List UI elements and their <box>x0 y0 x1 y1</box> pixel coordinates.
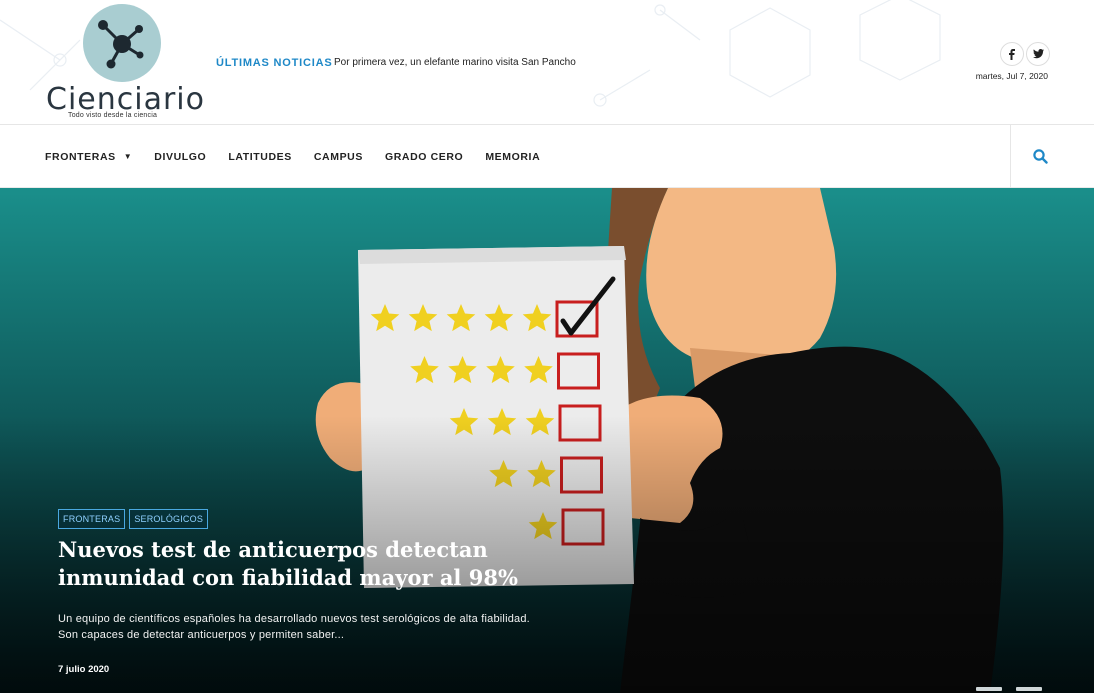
nav-item-label: GRADO CERO <box>384 150 464 163</box>
nav-item-label: FRONTERAS <box>45 150 116 163</box>
nav-item-label: DIVULGO <box>154 150 207 163</box>
search-icon <box>1033 149 1048 164</box>
article-excerpt: Un equipo de científicos españoles ha de… <box>58 613 530 641</box>
site-header: Cienciario Todo visto desde la ciencia Ú… <box>0 0 1094 125</box>
nav-item-campus[interactable]: CAMPUS <box>314 151 363 163</box>
nav-item-label: CAMPUS <box>313 150 363 163</box>
current-date: martes, Jul 7, 2020 <box>975 71 1048 81</box>
twitter-icon[interactable] <box>1026 42 1050 66</box>
facebook-icon[interactable] <box>1000 42 1024 66</box>
tag-fronteras[interactable]: FRONTERAS <box>58 509 126 529</box>
chevron-down-icon: ▼ <box>123 152 133 161</box>
slider-pagination <box>976 687 1042 691</box>
article-title[interactable]: Nuevos test de anticuerpos detectan inmu… <box>58 536 538 592</box>
search-button[interactable] <box>1010 125 1094 188</box>
nav-item-label: LATITUDES <box>228 150 292 163</box>
nav-item-grado-cero[interactable]: GRADO CERO <box>385 151 463 163</box>
nav-item-fronteras[interactable]: FRONTERAS ▼ <box>45 151 132 163</box>
slider-dot[interactable] <box>976 687 1002 691</box>
social-links <box>1000 42 1050 66</box>
featured-article[interactable]: FRONTERAS SEROLÓGICOS Nuevos test de ant… <box>0 188 1094 693</box>
nav-item-label: MEMORIA <box>485 150 541 163</box>
slider-dot[interactable] <box>1016 687 1042 691</box>
article-tags: FRONTERAS SEROLÓGICOS <box>58 509 209 529</box>
logo-molecule-icon <box>83 4 161 82</box>
site-logo[interactable]: Cienciario Todo visto desde la ciencia <box>44 4 204 124</box>
nav-item-latitudes[interactable]: LATITUDES <box>228 151 292 163</box>
main-navigation: FRONTERAS ▼ DIVULGO LATITUDES CAMPUS GRA… <box>0 125 1094 188</box>
tag-serologicos[interactable]: SEROLÓGICOS <box>129 509 209 529</box>
site-tagline: Todo visto desde la ciencia <box>68 112 158 119</box>
nav-item-divulgo[interactable]: DIVULGO <box>154 151 206 163</box>
breaking-news-headline[interactable]: Por primera vez, un elefante marino visi… <box>334 57 576 68</box>
article-date: 7 julio 2020 <box>58 664 110 675</box>
breaking-news-label: ÚLTIMAS NOTICIAS <box>216 57 333 69</box>
nav-item-memoria[interactable]: MEMORIA <box>485 151 540 163</box>
